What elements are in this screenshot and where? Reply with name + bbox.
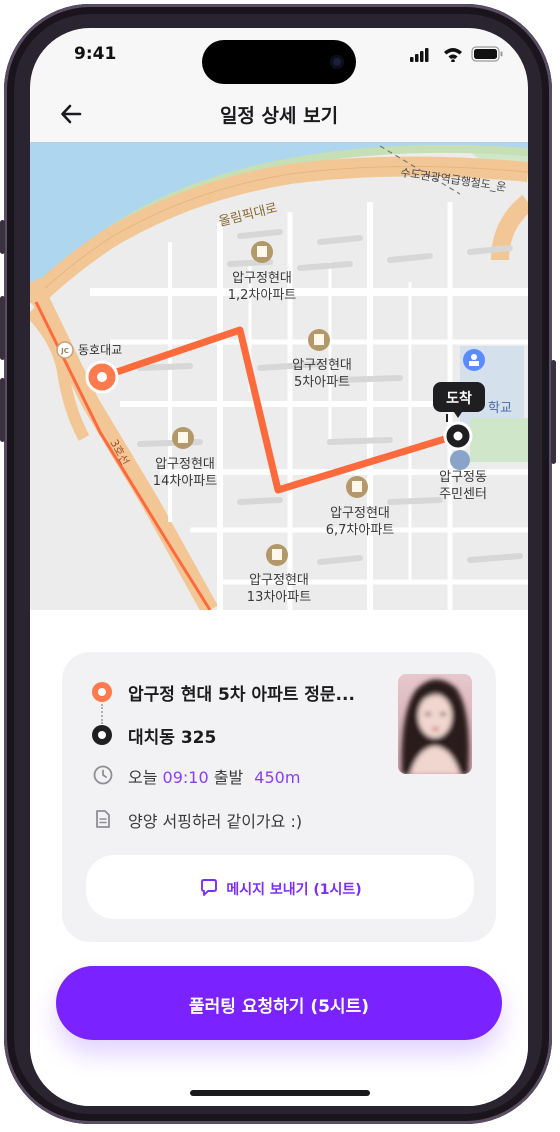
route-connector bbox=[101, 704, 105, 724]
trip-distance: 450m bbox=[254, 768, 301, 787]
building-icon bbox=[346, 476, 368, 498]
chat-bubble-icon bbox=[201, 879, 218, 896]
origin-address: 압구정 현대 5차 아파트 정문... bbox=[128, 685, 355, 705]
send-message-content: 메시지 보내기 (1시트) bbox=[86, 877, 474, 899]
route-map[interactable]: 도착 JC 압구정현대 1,2차아파트 압구정현대 5차아파트 압구정현대 14… bbox=[30, 142, 528, 610]
status-icons bbox=[410, 46, 503, 62]
jc-badge-icon: JC bbox=[56, 341, 74, 359]
place-label: 압구정현대 bbox=[292, 358, 352, 373]
request-ride-button[interactable]: 풀러팅 요청하기 (5시트) bbox=[56, 966, 502, 1040]
place-label: 1,2차아파트 bbox=[228, 288, 297, 303]
building-icon bbox=[251, 241, 273, 263]
clock-icon bbox=[93, 765, 113, 785]
place-label: 압구정동 bbox=[439, 470, 487, 485]
destination-dot-icon bbox=[92, 725, 112, 745]
place-label: 압구정현대 bbox=[232, 271, 292, 286]
home-indicator[interactable] bbox=[190, 1090, 370, 1096]
signal-icon bbox=[410, 48, 429, 62]
profile-photo bbox=[398, 674, 472, 774]
place-label: 압구정현대 bbox=[155, 457, 215, 472]
place-label: 13차아파트 bbox=[247, 590, 311, 605]
place-label: 6,7차아파트 bbox=[326, 523, 395, 538]
arrival-badge-text: 도착 bbox=[446, 390, 472, 407]
trip-memo: 양양 서핑하러 같이가요 :) bbox=[128, 812, 303, 831]
dynamic-island bbox=[202, 40, 356, 84]
community-center-icon bbox=[450, 450, 470, 470]
place-label: 압구정현대 bbox=[249, 573, 309, 588]
screen: 9:41 일정 상세 보기 도착 JC 압구정현대 1,2차아파트 압구정현대 … bbox=[30, 28, 528, 1106]
map-canvas: 도착 JC 압구정현대 1,2차아파트 압구정현대 5차아파트 압구정현대 14… bbox=[30, 142, 528, 610]
bottom-sheet: 압구정 현대 5차 아파트 정문... 대치동 325 오늘 09:10 출발 … bbox=[30, 610, 528, 1106]
send-message-button[interactable]: 메시지 보내기 (1시트) bbox=[86, 855, 474, 919]
memo-icon bbox=[96, 810, 110, 828]
request-ride-label: 풀러팅 요청하기 (5시트) bbox=[189, 997, 369, 1017]
trip-card: 압구정 현대 5차 아파트 정문... 대치동 325 오늘 09:10 출발 … bbox=[62, 652, 496, 942]
power-button bbox=[551, 360, 556, 464]
volume-down-button bbox=[0, 378, 5, 442]
departure-day: 오늘 bbox=[128, 768, 158, 787]
place-label: 14차아파트 bbox=[153, 474, 217, 489]
action-button bbox=[0, 220, 5, 254]
send-message-label: 메시지 보내기 (1시트) bbox=[226, 882, 362, 898]
place-label: 압구정현대 bbox=[330, 506, 390, 521]
departure-time: 09:10 bbox=[162, 768, 209, 787]
svg-text:JC: JC bbox=[60, 347, 69, 355]
departure-label: 출발 bbox=[213, 768, 244, 787]
page-title: 일정 상세 보기 bbox=[219, 105, 339, 127]
camera-icon bbox=[330, 55, 344, 69]
battery-icon bbox=[471, 46, 503, 62]
origin-dot-icon bbox=[92, 682, 112, 702]
place-label: 주민센터 bbox=[439, 487, 487, 502]
school-label: 학교 bbox=[488, 401, 512, 416]
building-icon bbox=[266, 544, 288, 566]
status-bar: 9:41 bbox=[30, 28, 528, 84]
building-icon bbox=[172, 427, 194, 449]
destination-address: 대치동 325 bbox=[128, 728, 217, 748]
origin-marker-icon bbox=[85, 360, 119, 394]
school-icon bbox=[463, 349, 485, 371]
building-icon bbox=[308, 329, 330, 351]
avatar[interactable] bbox=[398, 674, 472, 774]
departure-info: 오늘 09:10 출발 450m bbox=[128, 764, 300, 788]
header: 일정 상세 보기 bbox=[30, 88, 528, 140]
bridge-label: 동호대교 bbox=[78, 343, 122, 357]
volume-up-button bbox=[0, 296, 5, 360]
wifi-icon bbox=[444, 48, 462, 62]
status-time: 9:41 bbox=[74, 44, 117, 64]
place-label: 5차아파트 bbox=[294, 375, 350, 390]
